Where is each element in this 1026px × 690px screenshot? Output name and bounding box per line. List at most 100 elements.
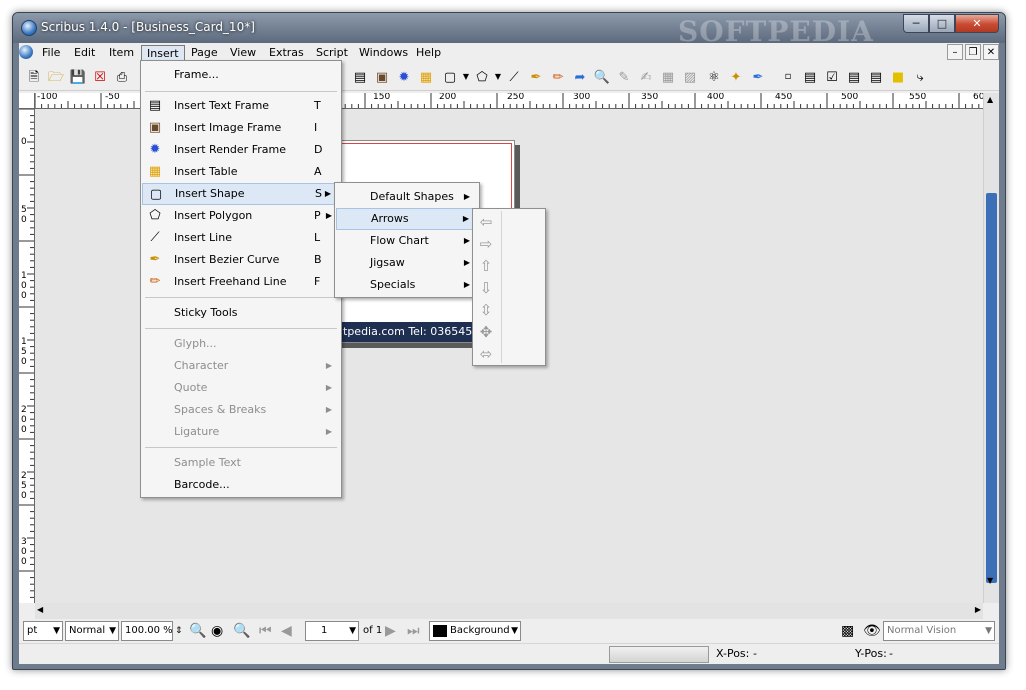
arrow-up-icon[interactable]: ⇧: [477, 257, 495, 275]
menu-item-insert-bezier[interactable]: ✒ Insert Bezier Curve B: [142, 249, 340, 271]
menu-item-insert-shape[interactable]: ▢ Insert Shape S ▶: [142, 183, 340, 205]
previous-page-icon[interactable]: ◀: [281, 622, 292, 640]
document-icon[interactable]: [19, 45, 35, 62]
arrow-up-down-icon[interactable]: ⇳: [477, 301, 495, 319]
arrow-right-icon[interactable]: ⇨: [477, 235, 495, 253]
vertical-ruler[interactable]: 0 5 0 1 0 0 1 5 0 2 0 0 2 5 0 3 0 0: [19, 109, 35, 603]
menu-item-label: Insert Shape: [175, 187, 245, 200]
submenu-arrow-icon: ▶: [325, 361, 332, 370]
zoom-tool-icon[interactable]: 🔍: [593, 68, 611, 86]
pdf-link-icon[interactable]: ⤷: [911, 68, 929, 86]
unlink-frames-icon[interactable]: ▨: [681, 68, 699, 86]
minimize-button[interactable]: ─: [903, 14, 929, 33]
last-page-icon[interactable]: ⏭: [407, 622, 420, 640]
unit-select[interactable]: pt ▼: [23, 621, 63, 641]
page-number-select[interactable]: 1 ▼: [305, 621, 359, 641]
mdi-restore-button[interactable]: ❐: [965, 44, 981, 60]
first-page-icon[interactable]: ⏮: [259, 622, 272, 640]
menu-item-frame[interactable]: Frame...: [142, 64, 340, 86]
zoom-in-icon[interactable]: 🔍: [233, 622, 250, 640]
arrow-down-icon[interactable]: ⇩: [477, 279, 495, 297]
submenu-item-flow-chart[interactable]: Flow Chart ▶: [336, 230, 478, 252]
edit-text-story-icon[interactable]: ✍: [637, 68, 655, 86]
zoom-100-icon[interactable]: ◉: [211, 622, 223, 640]
scroll-left-icon[interactable]: ◀: [37, 605, 43, 614]
measure-tool-icon[interactable]: ⚛: [705, 68, 723, 86]
menu-item-sticky-tools[interactable]: Sticky Tools: [142, 302, 340, 324]
menu-item-insert-polygon[interactable]: ⬠ Insert Polygon P ▶: [142, 205, 340, 227]
pdf-listbox-icon[interactable]: ▤: [867, 68, 885, 86]
pdf-text-field-icon[interactable]: ▤: [801, 68, 819, 86]
text-tool-icon[interactable]: ▤: [351, 68, 369, 86]
menu-item-ligature: Ligature ▶: [142, 421, 340, 443]
menu-item-insert-line[interactable]: ⟋ Insert Line L: [142, 227, 340, 249]
arrow-left-right-icon[interactable]: ⬄: [477, 345, 495, 363]
pdf-combobox-icon[interactable]: ▤: [845, 68, 863, 86]
arrow-four-way-icon[interactable]: ✥: [477, 323, 495, 341]
ruler-corner[interactable]: [19, 93, 35, 109]
scribus-app-icon[interactable]: [21, 20, 37, 36]
scrollbar-thumb[interactable]: [986, 193, 997, 583]
horizontal-scrollbar[interactable]: ◀ ▶: [35, 603, 983, 619]
rotate-tool-icon[interactable]: ➦: [571, 68, 589, 86]
menu-help[interactable]: Help: [411, 45, 446, 62]
submenu-item-default-shapes[interactable]: Default Shapes ▶: [336, 186, 478, 208]
menu-item-insert-text-frame[interactable]: ▤ Insert Text Frame T: [142, 95, 340, 117]
mdi-minimize-button[interactable]: –: [947, 44, 963, 60]
menu-item-insert-freehand[interactable]: ✏ Insert Freehand Line F: [142, 271, 340, 293]
submenu-item-specials[interactable]: Specials ▶: [336, 274, 478, 296]
pdf-button-icon[interactable]: ▫: [779, 68, 797, 86]
save-icon[interactable]: 💾: [69, 68, 87, 86]
pdf-checkbox-icon[interactable]: ☑: [823, 68, 841, 86]
scroll-up-icon[interactable]: ▲: [987, 95, 993, 104]
submenu-item-arrows[interactable]: Arrows ▶: [336, 208, 478, 230]
ruler-label: 0: [21, 357, 27, 367]
pdf-annotation-icon[interactable]: ■: [889, 68, 907, 86]
maximize-button[interactable]: □: [929, 14, 955, 33]
freehand-tool-icon[interactable]: ✏: [549, 68, 567, 86]
mode-select[interactable]: Normal ▼: [65, 621, 119, 641]
new-document-icon[interactable]: 🗎: [25, 68, 43, 86]
scroll-down-icon[interactable]: ▼: [987, 576, 993, 585]
eye-icon[interactable]: 👁: [863, 622, 881, 640]
open-folder-icon[interactable]: 🗁: [47, 68, 65, 86]
mdi-close-button[interactable]: ✕: [983, 44, 999, 60]
table-tool-icon[interactable]: ▦: [417, 68, 435, 86]
menu-item-insert-image-frame[interactable]: ▣ Insert Image Frame I: [142, 117, 340, 139]
vision-select[interactable]: Normal Vision ▼: [883, 621, 995, 641]
link-frames-icon[interactable]: ▦: [659, 68, 677, 86]
vertical-scrollbar[interactable]: ▲ ▼: [983, 93, 999, 603]
submenu-item-jigsaw[interactable]: Jigsaw ▶: [336, 252, 478, 274]
menu-file[interactable]: File: [37, 45, 65, 62]
scroll-right-icon[interactable]: ▶: [975, 605, 981, 614]
image-frame-tool-icon[interactable]: ▣: [373, 68, 391, 86]
layer-select[interactable]: Background ▼: [429, 621, 521, 641]
menu-item-barcode[interactable]: Barcode...: [142, 474, 340, 496]
bezier-tool-icon[interactable]: ✒: [527, 68, 545, 86]
submenu-arrow-icon: ▶: [463, 236, 470, 245]
next-page-icon[interactable]: ▶: [385, 622, 396, 640]
menu-separator: [145, 328, 337, 329]
menu-item-label: Arrows: [371, 212, 409, 225]
title-bar[interactable]: Scribus 1.4.0 - [Business_Card_10*] SOFT…: [13, 13, 1005, 48]
zoom-stepper-icon[interactable]: ⇕: [175, 622, 183, 640]
zoom-input[interactable]: 100.00 %: [121, 621, 173, 641]
copy-properties-icon[interactable]: ✦: [727, 68, 745, 86]
unit-value: pt: [27, 625, 38, 636]
render-frame-tool-icon[interactable]: ✹: [395, 68, 413, 86]
arrow-left-icon[interactable]: ⇦: [477, 213, 495, 231]
print-icon[interactable]: ⎙: [113, 68, 131, 86]
close-button[interactable]: ✕: [955, 14, 999, 33]
menu-edit[interactable]: Edit: [69, 45, 100, 62]
zoom-out-icon[interactable]: 🔍: [189, 622, 206, 640]
menu-item-insert-table[interactable]: ▦ Insert Table A: [142, 161, 340, 183]
close-document-icon[interactable]: ☒: [91, 68, 109, 86]
menu-item-insert-render-frame[interactable]: ✹ Insert Render Frame D: [142, 139, 340, 161]
preview-mode-icon[interactable]: ▩: [841, 622, 854, 640]
eyedropper-icon[interactable]: ✒: [749, 68, 767, 86]
menu-windows[interactable]: Windows: [354, 45, 413, 62]
menu-item[interactable]: Item: [104, 45, 139, 62]
edit-text-icon[interactable]: ✎: [615, 68, 633, 86]
line-tool-icon[interactable]: ⟋: [505, 68, 523, 86]
menu-item-label: Frame...: [174, 68, 219, 81]
